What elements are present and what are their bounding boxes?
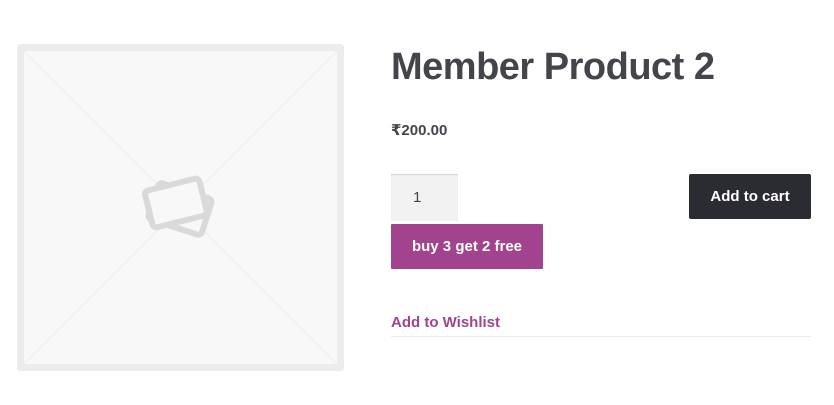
add-to-wishlist-link[interactable]: Add to Wishlist <box>391 314 500 331</box>
quantity-input[interactable] <box>391 174 458 221</box>
product-image-placeholder <box>24 51 337 364</box>
product-image[interactable] <box>17 44 344 371</box>
divider <box>391 336 811 337</box>
add-to-cart-button[interactable]: Add to cart <box>689 174 811 219</box>
image-placeholder-icon <box>24 51 337 364</box>
product-page: Member Product 2 ₹200.00 Add to cart buy… <box>0 0 834 405</box>
product-price: ₹200.00 <box>391 122 448 139</box>
product-title: Member Product 2 <box>391 46 715 88</box>
promo-offer-button[interactable]: buy 3 get 2 free <box>391 224 543 269</box>
